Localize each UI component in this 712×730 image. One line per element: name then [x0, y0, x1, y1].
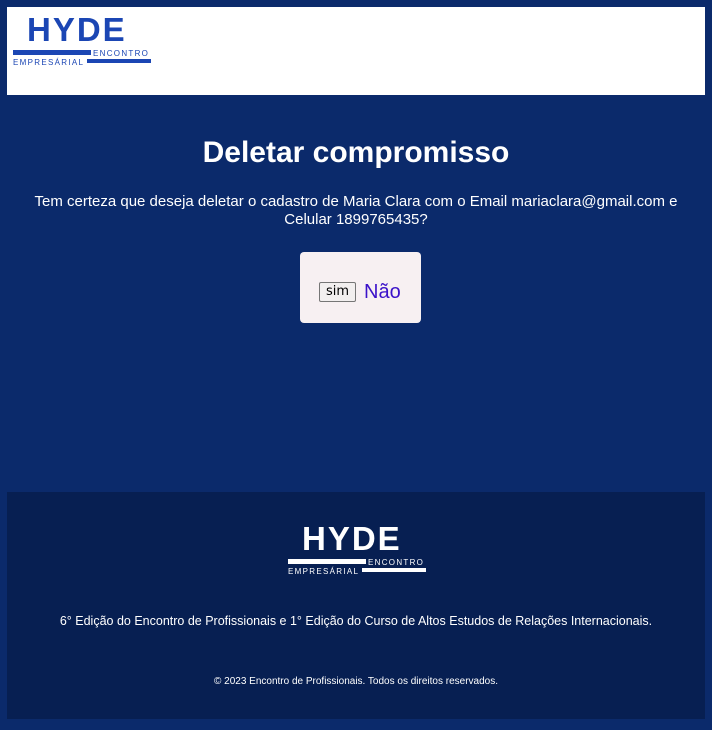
logo-bar [288, 559, 366, 564]
hyde-logo[interactable]: HYDE ENCONTRO EMPRESÁRIAL [13, 11, 153, 67]
site-footer: HYDE ENCONTRO EMPRESÁRIAL 6° Edição do E… [7, 492, 705, 719]
logo-bar [13, 50, 91, 55]
hyde-logo-footer: HYDE ENCONTRO EMPRESÁRIAL [288, 520, 428, 576]
logo-wordmark: HYDE [27, 11, 127, 48]
confirm-delete-button[interactable]: sim [319, 282, 356, 302]
logo-bar [87, 59, 151, 63]
logo-subtitle-top: ENCONTRO [93, 49, 150, 58]
logo-subtitle-bottom: EMPRESÁRIAL [288, 567, 360, 576]
copyright-text: © 2023 Encontro de Profissionais. Todos … [213, 676, 498, 687]
page-title: Deletar compromisso [202, 136, 510, 169]
footer-description: 6° Edição do Encontro de Profissionais e… [59, 614, 653, 628]
logo-wordmark: HYDE [302, 520, 402, 557]
confirmation-card: sim Não [300, 252, 421, 323]
logo-subtitle-bottom: EMPRESÁRIAL [13, 58, 85, 67]
logo-bar [362, 568, 426, 572]
site-header: HYDE ENCONTRO EMPRESÁRIAL [7, 7, 705, 95]
logo-subtitle-top: ENCONTRO [368, 558, 425, 567]
main-content: Deletar compromisso Tem certeza que dese… [7, 95, 705, 492]
page-frame: HYDE ENCONTRO EMPRESÁRIAL Deletar compro… [7, 7, 705, 719]
cancel-link[interactable]: Não [364, 280, 401, 304]
confirmation-message: Tem certeza que deseja deletar o cadastr… [34, 193, 678, 228]
